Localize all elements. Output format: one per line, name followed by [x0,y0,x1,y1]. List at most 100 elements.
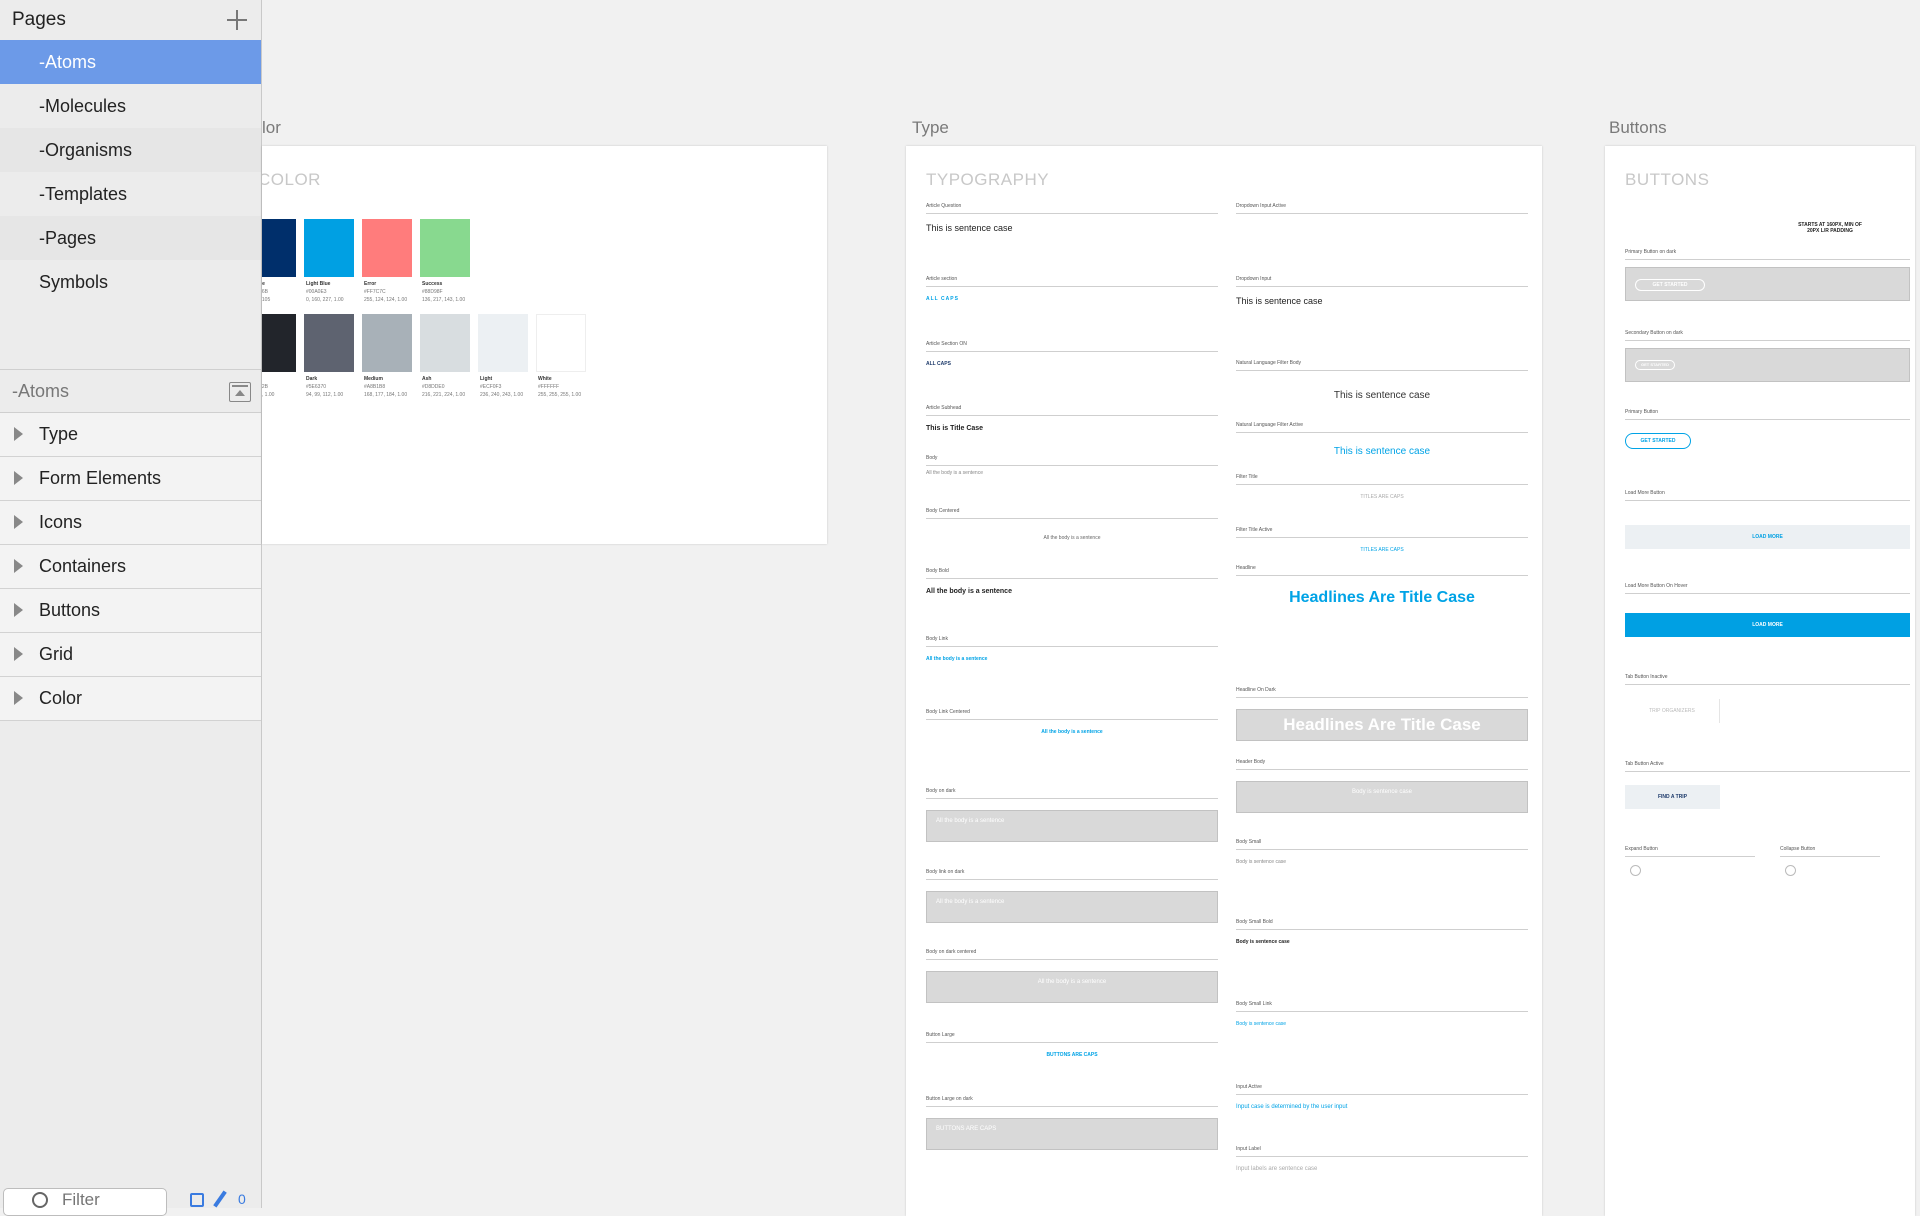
spec-label: Body link on dark [926,869,965,875]
swatch-rgb: 168, 177, 184, 1.00 [364,392,408,398]
disclosure-triangle-icon[interactable] [14,471,23,485]
disclosure-triangle-icon[interactable] [14,427,23,441]
swatch-rgb: 236, 240, 243, 1.00 [480,392,524,398]
swatch-name: Light Blue [306,281,331,287]
collapse-chevron-icon[interactable] [1785,865,1796,876]
sample-button[interactable]: GET STARTED [1635,279,1705,291]
spec-label: Article section [926,276,958,282]
spec-label: Body Link [926,636,948,642]
page-item-templates[interactable]: -Templates [0,172,261,216]
disclosure-triangle-icon[interactable] [14,515,23,529]
spec-divider [926,415,1218,416]
swatch-name: Light [480,376,493,382]
sample-button[interactable]: GET STARTED [1625,433,1691,449]
layer-group-color[interactable]: Color [0,677,261,721]
disclosure-triangle-icon[interactable] [14,691,23,705]
spec-label: Natural Language Filter Active [1236,422,1303,428]
button-spec-label: Primary Button [1625,409,1659,415]
layer-group-grid[interactable]: Grid [0,633,261,677]
page-item-symbols[interactable]: Symbols [0,260,261,304]
swatch-hex: #22252B [262,384,269,390]
layer-label: Buttons [39,600,101,620]
spec-divider [926,518,1218,519]
sample-button[interactable]: TRIP ORGANIZERS [1625,699,1720,723]
button-spec-label: Expand Button [1625,846,1658,852]
spec-sample: This is sentence case [1333,390,1431,401]
sample-button[interactable]: FIND A TRIP [1625,785,1720,809]
swatch-rgb: 37, 41, 1.00 [262,392,275,398]
current-page-title: -Atoms [12,381,70,401]
swatch-hex: #A8B1B8 [364,384,386,390]
spec-label: Body on dark [926,788,956,794]
spec-divider [926,213,1218,214]
color-swatch [536,314,586,372]
filter-input[interactable] [62,1190,152,1210]
artboard-color[interactable]: COLOR rk Blue #00306B 0, 47, 105 Light Blue… [262,146,827,544]
spec-sample: All the body is a sentence [1043,535,1101,541]
button-spec-label: Tab Button Inactive [1625,674,1668,680]
color-swatch [262,219,296,277]
spec-label: Body Small Link [1236,1001,1272,1007]
copy-icon[interactable] [190,1193,204,1207]
spec-divider [1236,213,1528,214]
spec-sample: This is Title Case [926,425,984,432]
spec-sample: Headlines Are Title Case [1289,589,1475,606]
add-page-plus-icon[interactable] [225,8,249,32]
artboard-title: TYPOGRAPHY [926,170,1050,189]
sample-button[interactable]: GET STARTED [1635,360,1675,370]
brush-icon[interactable] [213,1190,227,1208]
page-item-pages[interactable]: -Pages [0,216,261,260]
spec-divider [1236,769,1528,770]
disclosure-triangle-icon[interactable] [14,647,23,661]
spec-label: Body Link Centered [926,709,970,715]
disclosure-triangle-icon[interactable] [14,559,23,573]
layer-group-type[interactable]: Type [0,413,261,457]
spec-label: Body Small Bold [1236,919,1273,925]
layer-list: Type Form Elements Icons Containers Butt… [0,413,261,721]
artboard-label-buttons[interactable]: Buttons [1609,118,1667,138]
layer-group-form-elements[interactable]: Form Elements [0,457,261,501]
spec-sample: All the body is a sentence [936,899,1005,905]
collapse-icon[interactable] [229,382,251,402]
button-spec-label: Load More Button On Hover [1625,583,1688,589]
swatch-name: Error [364,281,377,287]
sample-button[interactable]: LOAD MORE [1625,525,1910,549]
spec-sample: Body is sentence case [1236,939,1290,945]
layer-label: Containers [39,556,127,576]
spec-sample: All the body is a sentence [1037,979,1107,985]
spec-divider [1780,856,1880,857]
artboard-label-color[interactable]: lor [262,118,281,138]
layer-group-buttons[interactable]: Buttons [0,589,261,633]
swatch-rgb: 216, 221, 224, 1.00 [422,392,466,398]
disclosure-triangle-icon[interactable] [14,603,23,617]
artboard-label-type[interactable]: Type [912,118,949,138]
spec-divider [1625,500,1910,501]
page-item-molecules[interactable]: -Molecules [0,84,261,128]
layer-group-containers[interactable]: Containers [0,545,261,589]
spec-sample: Body is sentence case [1236,1021,1287,1027]
spec-divider [1625,259,1910,260]
spec-label: Body Small [1236,839,1262,845]
spec-sample: ALL CAPS [926,296,959,302]
page-item-organisms[interactable]: -Organisms [0,128,261,172]
artboard-title: BUTTONS [1625,170,1710,189]
spec-label: Article Question [926,203,962,209]
layer-group-icons[interactable]: Icons [0,501,261,545]
expand-chevron-icon[interactable] [1630,865,1641,876]
layers-header: -Atoms [0,369,261,413]
swatch-hex: #00306B [262,289,269,295]
sample-button[interactable]: LOAD MORE [1625,613,1910,637]
spec-divider [1625,771,1910,772]
button-spec-label: Collapse Button [1780,846,1816,852]
spec-label: Dropdown Input [1236,276,1272,282]
button-spec-label: Secondary Button on dark [1625,330,1683,336]
page-item-atoms[interactable]: -Atoms [0,40,261,84]
artboard-type[interactable]: TYPOGRAPHY Article Question This is sente… [906,146,1542,1216]
spec-divider [926,465,1218,466]
spec-label: Body Centered [926,508,960,514]
spec-divider [926,578,1218,579]
artboard-buttons[interactable]: BUTTONS STARTS AT 160PX, MIN OF 20PX L/R… [1605,146,1915,1216]
swatch-name: Dark [306,376,318,382]
swatch-hex: #ECF0F3 [480,384,502,390]
swatch-name: Success [422,281,443,287]
